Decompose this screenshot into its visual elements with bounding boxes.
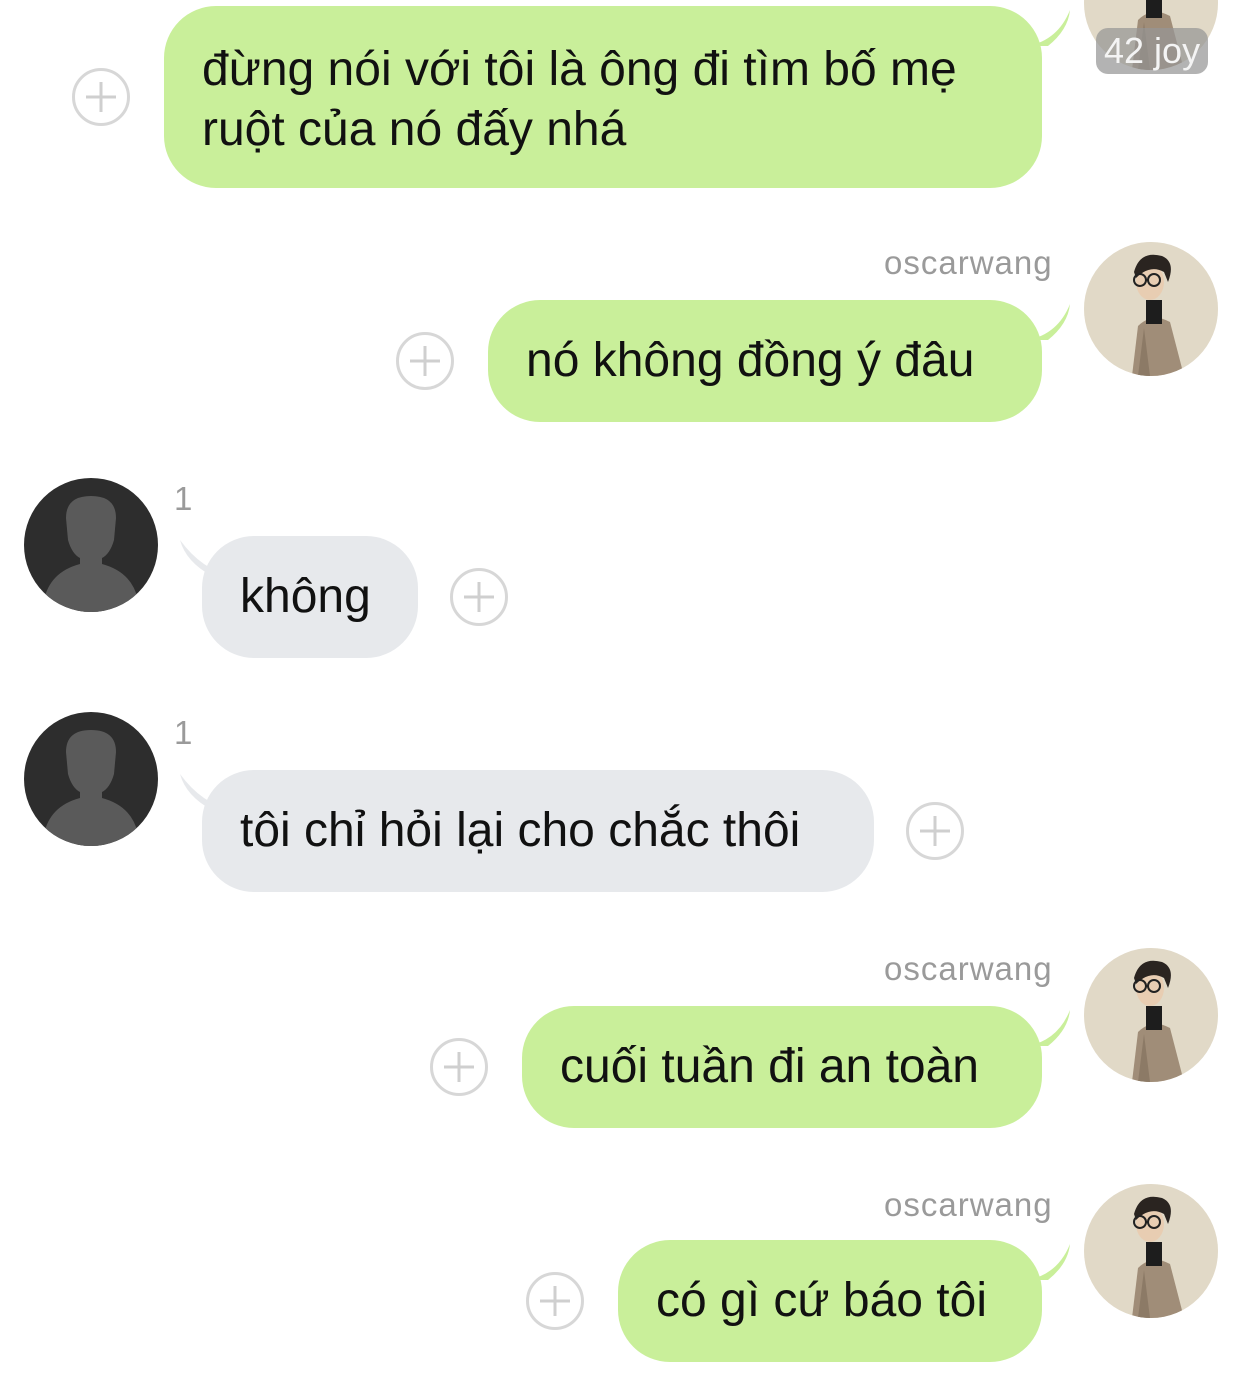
message-bubble[interactable]: nó không đồng ý đâu xyxy=(488,300,1042,422)
avatar-default[interactable] xyxy=(24,712,158,846)
add-circle-icon[interactable] xyxy=(72,68,130,126)
message-text: nó không đồng ý đâu xyxy=(526,334,975,387)
unread-count: 1 xyxy=(174,714,193,751)
sender-name: oscarwang xyxy=(884,950,1053,987)
add-circle-icon[interactable] xyxy=(906,802,964,860)
message-text: không xyxy=(240,570,371,623)
sender-name: oscarwang xyxy=(884,1186,1053,1223)
message-bubble[interactable]: có gì cứ báo tôi xyxy=(618,1240,1042,1362)
message-bubble[interactable]: đừng nói với tôi là ông đi tìm bố mẹ ruộ… xyxy=(164,6,1042,188)
add-circle-icon[interactable] xyxy=(430,1038,488,1096)
message-text: đừng nói với tôi là ông đi tìm bố mẹ ruộ… xyxy=(202,43,957,156)
message-bubble[interactable]: cuối tuần đi an toàn xyxy=(522,1006,1042,1128)
unread-count-badge: 42 joy xyxy=(1096,28,1209,74)
message-bubble[interactable]: tôi chỉ hỏi lại cho chắc thôi xyxy=(202,770,874,892)
message-text: tôi chỉ hỏi lại cho chắc thôi xyxy=(240,804,801,857)
add-circle-icon[interactable] xyxy=(450,568,508,626)
avatar-oscarwang[interactable] xyxy=(1084,242,1218,376)
avatar-default[interactable] xyxy=(24,478,158,612)
add-circle-icon[interactable] xyxy=(526,1272,584,1330)
sender-name: oscarwang xyxy=(884,244,1053,281)
message-text: cuối tuần đi an toàn xyxy=(560,1040,979,1093)
avatar-oscarwang[interactable] xyxy=(1084,1184,1218,1318)
message-bubble[interactable]: không xyxy=(202,536,418,658)
add-circle-icon[interactable] xyxy=(396,332,454,390)
avatar-oscarwang[interactable] xyxy=(1084,948,1218,1082)
unread-count: 1 xyxy=(174,480,193,517)
message-text: có gì cứ báo tôi xyxy=(656,1274,987,1327)
